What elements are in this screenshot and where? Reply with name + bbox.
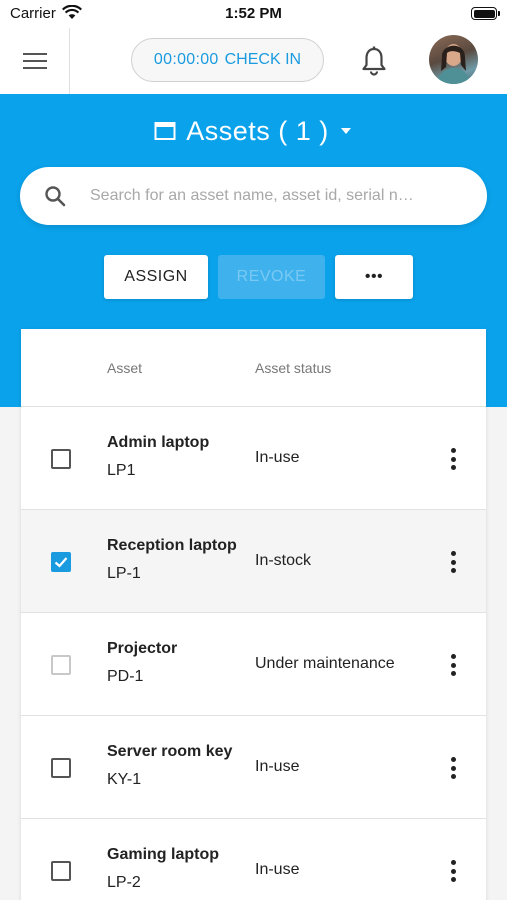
row-checkbox[interactable] [51, 861, 71, 881]
more-button[interactable]: ••• [335, 255, 413, 299]
row-checkbox[interactable] [51, 449, 71, 469]
check-in-label: CHECK IN [224, 51, 302, 68]
page-title: Assets ( 1 ) [186, 115, 329, 146]
checkmark-icon [54, 557, 68, 568]
search-bar [20, 167, 487, 225]
asset-name: Reception laptop [107, 537, 237, 554]
window-icon [154, 122, 176, 140]
asset-status: In-use [255, 861, 300, 878]
kebab-icon[interactable] [443, 548, 463, 576]
page-title-dropdown[interactable]: Assets ( 1 ) [0, 113, 507, 149]
asset-status: In-use [255, 758, 300, 775]
search-icon [45, 186, 66, 207]
column-header-asset[interactable]: Asset [107, 360, 142, 376]
table-row[interactable]: Reception laptop LP-1 In-stock [21, 510, 486, 613]
row-checkbox[interactable] [51, 758, 71, 778]
menu-button[interactable] [0, 28, 70, 94]
asset-status: In-use [255, 449, 300, 466]
avatar[interactable] [429, 35, 478, 84]
asset-status: In-stock [255, 552, 312, 569]
row-checkbox[interactable] [51, 655, 71, 675]
asset-code: LP-1 [107, 565, 141, 582]
asset-code: LP-2 [107, 874, 141, 891]
asset-code: PD-1 [107, 668, 144, 685]
search-input[interactable] [90, 177, 460, 215]
asset-status: Under maintenance [255, 655, 395, 672]
kebab-icon[interactable] [443, 651, 463, 679]
check-in-button[interactable]: 00:00:00 CHECK IN [131, 38, 324, 82]
row-checkbox[interactable] [51, 552, 71, 572]
battery-icon [471, 7, 500, 20]
assign-button[interactable]: ASSIGN [104, 255, 208, 299]
table-row[interactable]: Admin laptop LP1 In-use [21, 407, 486, 510]
kebab-icon[interactable] [443, 445, 463, 473]
bell-icon[interactable] [360, 46, 388, 76]
assets-table: Asset Asset status Admin laptop LP1 In-u… [21, 329, 486, 900]
kebab-icon[interactable] [443, 857, 463, 885]
asset-name: Projector [107, 640, 178, 657]
table-row[interactable]: Projector PD-1 Under maintenance [21, 613, 486, 716]
table-row[interactable]: Gaming laptop LP-2 In-use [21, 819, 486, 900]
clock: 1:52 PM [225, 5, 282, 22]
app-header: 00:00:00 CHECK IN [0, 28, 507, 94]
caret-down-icon [340, 128, 351, 134]
timer-label: 00:00:00 [153, 51, 219, 68]
profile-photo-icon [437, 44, 470, 84]
status-bar: Carrier 1:52 PM [0, 0, 507, 28]
revoke-button[interactable]: REVOKE [218, 255, 325, 299]
asset-name: Server room key [107, 743, 233, 760]
hamburger-icon [22, 53, 47, 69]
asset-name: Admin laptop [107, 434, 210, 451]
column-header-status[interactable]: Asset status [255, 360, 331, 376]
table-row[interactable]: Server room key KY-1 In-use [21, 716, 486, 819]
table-header: Asset Asset status [21, 329, 486, 407]
asset-code: LP1 [107, 462, 136, 479]
asset-code: KY-1 [107, 771, 142, 788]
kebab-icon[interactable] [443, 754, 463, 782]
asset-name: Gaming laptop [107, 846, 219, 863]
